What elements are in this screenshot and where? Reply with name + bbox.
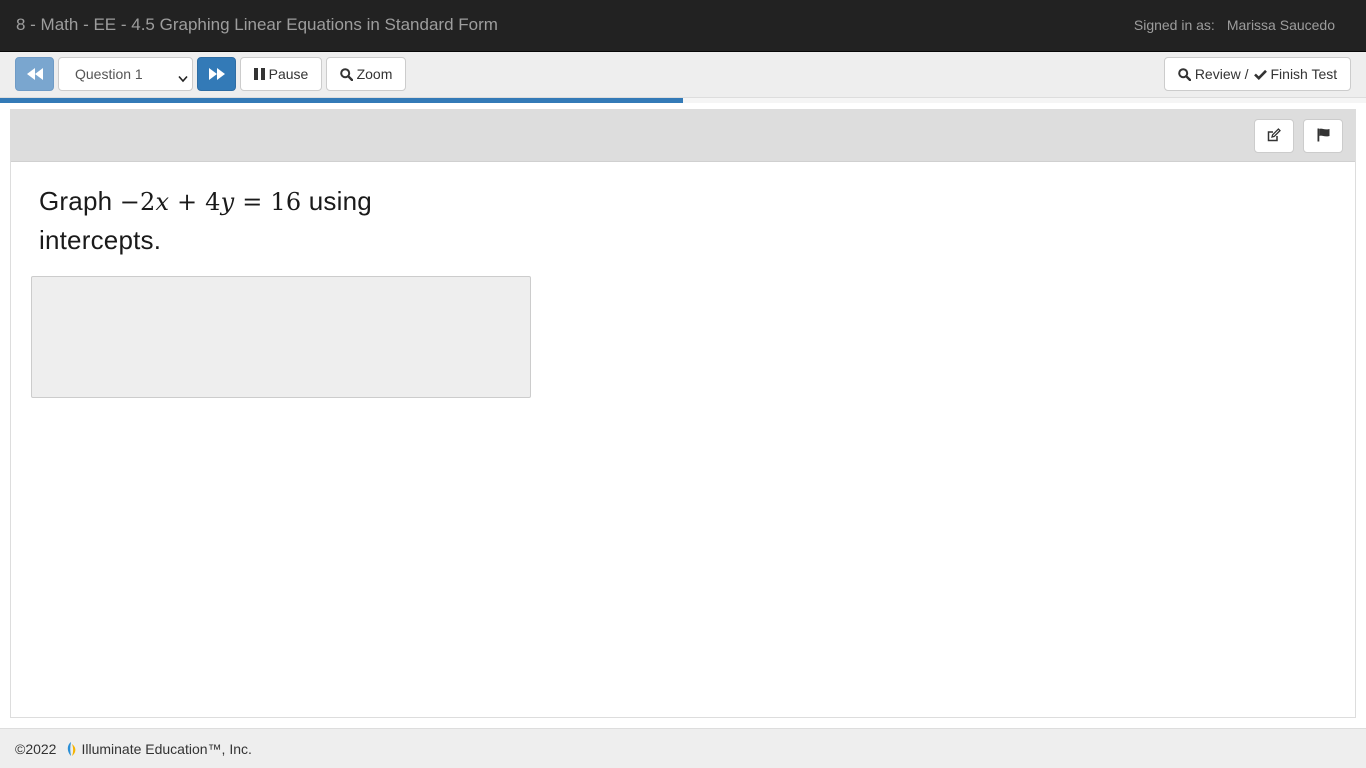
chevron-down-icon bbox=[178, 70, 188, 86]
pause-label: Pause bbox=[268, 66, 309, 82]
illuminate-logo-icon bbox=[66, 742, 78, 756]
question-select[interactable]: Question 1 bbox=[58, 57, 193, 91]
footer: ©2022 Illuminate Education™, Inc. bbox=[0, 728, 1366, 768]
check-icon bbox=[1253, 69, 1267, 80]
equation: −2x + 4y = 16 bbox=[120, 188, 302, 216]
signed-in-info: Signed in as: Marissa Saucedo bbox=[1134, 17, 1335, 33]
equation-coef-x: −2 bbox=[119, 188, 156, 216]
test-title: 8 - Math - EE - 4.5 Graphing Linear Equa… bbox=[16, 15, 498, 34]
fast-backward-icon bbox=[26, 68, 43, 80]
user-name[interactable]: Marissa Saucedo bbox=[1227, 17, 1335, 33]
review-label: Review / bbox=[1194, 66, 1249, 82]
top-navbar: 8 - Math - EE - 4.5 Graphing Linear Equa… bbox=[0, 0, 1366, 52]
progress-fill bbox=[0, 98, 683, 103]
question-text: Graph −2x + 4y = 16 using intercepts. bbox=[39, 182, 379, 259]
fast-forward-icon bbox=[208, 68, 225, 80]
finish-label: Finish Test bbox=[1270, 66, 1338, 82]
answer-area[interactable] bbox=[31, 276, 531, 398]
next-question-button[interactable] bbox=[197, 57, 236, 91]
signed-in-label: Signed in as: bbox=[1133, 17, 1215, 33]
review-finish-button[interactable]: Review / Finish Test bbox=[1164, 57, 1351, 91]
flag-button[interactable] bbox=[1303, 119, 1343, 153]
panel-heading bbox=[11, 110, 1355, 162]
question-select-value: Question 1 bbox=[75, 66, 143, 82]
equation-var-y: y bbox=[220, 188, 235, 216]
search-icon bbox=[339, 67, 353, 81]
question-panel: Graph −2x + 4y = 16 using intercepts. bbox=[10, 109, 1356, 718]
question-prefix: Graph bbox=[39, 186, 120, 216]
copyright-year: ©2022 bbox=[15, 741, 57, 757]
test-toolbar: Question 1 Pause Zoom Review / Finish Te… bbox=[0, 52, 1366, 98]
zoom-button[interactable]: Zoom bbox=[326, 57, 406, 91]
notes-button[interactable] bbox=[1254, 119, 1294, 153]
edit-icon bbox=[1267, 127, 1281, 145]
footer-copyright: ©2022 Illuminate Education™, Inc. bbox=[15, 741, 252, 757]
zoom-label: Zoom bbox=[356, 66, 393, 82]
progress-bar bbox=[0, 98, 1366, 103]
pause-button[interactable]: Pause bbox=[240, 57, 322, 91]
equation-rhs: = 16 bbox=[234, 188, 302, 216]
equation-var-x: x bbox=[155, 188, 170, 216]
company-name: Illuminate Education™, Inc. bbox=[81, 741, 252, 757]
equation-plus: + 4 bbox=[169, 188, 221, 216]
flag-icon bbox=[1317, 128, 1330, 145]
pause-icon bbox=[253, 68, 265, 80]
search-icon bbox=[1178, 67, 1191, 81]
previous-question-button[interactable] bbox=[15, 57, 54, 91]
